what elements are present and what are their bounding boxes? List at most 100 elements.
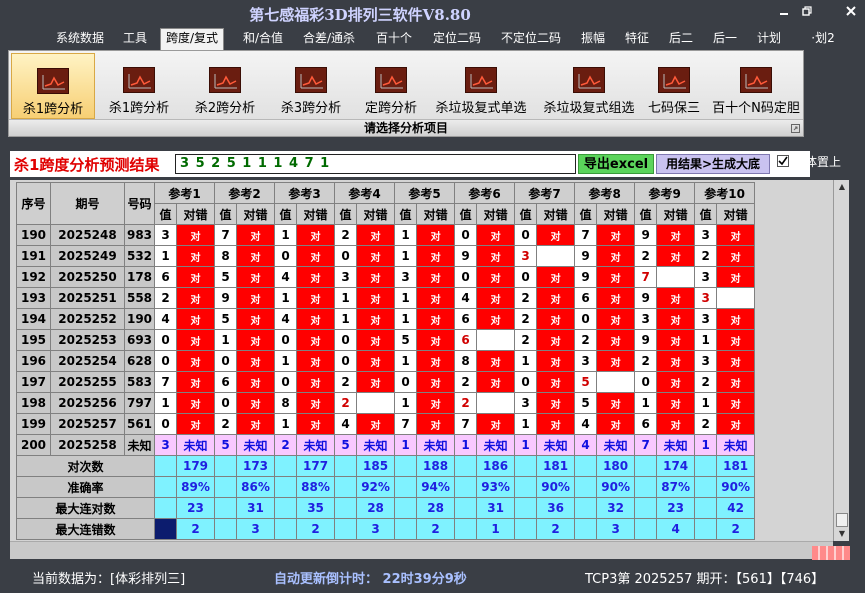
row-seq: 197	[16, 371, 51, 393]
stats-value: 173	[236, 455, 276, 477]
menu-item-4[interactable]: 合差/通杀	[296, 29, 362, 49]
ref-result: 对	[236, 245, 276, 267]
ref-value: 2	[214, 413, 238, 435]
ribbon-button-0[interactable]: 杀1跨分析	[11, 53, 95, 119]
menu-item-6[interactable]: 定位二码	[426, 29, 488, 49]
stats-value: 3	[596, 518, 636, 540]
ribbon-button-1[interactable]: 杀1跨分析	[101, 53, 177, 119]
ref-value: 9	[634, 329, 658, 351]
menu-item-1[interactable]: 工具	[116, 29, 154, 49]
ribbon-button-5[interactable]: 杀垃圾复式单选	[429, 53, 533, 119]
ref-result: 对	[656, 224, 696, 246]
stats-value: 31	[476, 497, 516, 519]
stats-value: 181	[716, 455, 756, 477]
result-value-field[interactable]: 3 5 2 5 1 1 1 4 7 1	[175, 154, 576, 174]
expand-icon[interactable]	[791, 124, 800, 133]
ref-result: 对	[296, 392, 336, 414]
ref-result: 对	[416, 287, 456, 309]
row-seq: 200	[16, 434, 51, 456]
analysis-table: 序号 期号 号码 参考1 参考2 参考3 参考4 参考5 参考6 参考7 参考8 参考9 参考10 值对错…	[16, 182, 756, 540]
close-button[interactable]	[841, 4, 861, 20]
ref-value: 1	[514, 350, 538, 372]
stats-value: 90%	[536, 476, 576, 498]
ref-result: 对	[175, 413, 216, 435]
table-row[interactable]: 192 2025250 178 6 对 5 对 4 对 3 对 3 对 0 对 0 对 9 对 7 3 对	[16, 266, 756, 288]
menu-item-0[interactable]: 系统数据	[50, 29, 110, 49]
menu-item-10[interactable]: 后二	[664, 29, 698, 49]
menu-item-9[interactable]: 特征	[618, 29, 656, 49]
ribbon-button-4[interactable]: 定跨分析	[357, 53, 425, 119]
chart-icon	[658, 67, 690, 93]
minimize-button[interactable]	[774, 4, 794, 20]
scroll-up-icon[interactable]: ▲	[834, 180, 850, 194]
scroll-down-icon[interactable]: ▼	[834, 527, 850, 541]
ref-value: 0	[274, 329, 298, 351]
menu-item-3[interactable]: 和/合值	[236, 29, 290, 49]
ref-value: 1	[334, 287, 358, 309]
ref-value: 1	[634, 392, 658, 414]
result-header: 对错	[356, 203, 396, 225]
result-header: 对错	[716, 203, 756, 225]
menu-item-13[interactable]: ·划2	[806, 29, 840, 49]
scroll-thumb[interactable]	[836, 513, 848, 527]
table-row[interactable]: 195 2025253 693 0 对 1 对 0 对 0 对 5 对 6 2 对 2 对 9 对 1 对	[16, 329, 756, 351]
table-row[interactable]: 191 2025249 532 1 对 8 对 0 对 0 对 1 对 9 对 3 9 对 2 对 2 对	[16, 245, 756, 267]
forecast-row[interactable]: 200 2025258 未知 3 未知 5 未知 2 未知 5 未知 1 未知 1 未知 1 未知 4 未知 7 未知 1…	[16, 434, 756, 456]
ref-value: 5	[574, 392, 598, 414]
restore-button[interactable]	[797, 4, 817, 20]
ref-result: 对	[175, 371, 216, 393]
code-header: 号码	[124, 182, 155, 225]
value-header: 值	[634, 203, 658, 225]
ref-value: 7	[214, 224, 238, 246]
table-row[interactable]: 193 2025251 558 2 对 9 对 1 对 1 对 1 对 4 对 2 对 6 对 9 对 3	[16, 287, 756, 309]
ref-result: 对	[236, 224, 276, 246]
menu-item-7[interactable]: 不定位二码	[496, 29, 566, 49]
vertical-scrollbar[interactable]: ▲ ▼	[833, 180, 849, 541]
menu-item-5[interactable]: 百十个	[370, 29, 418, 49]
ref-result: 对	[536, 287, 576, 309]
export-excel-button[interactable]: 导出excel	[578, 154, 654, 174]
table-row[interactable]: 197 2025255 583 7 对 6 对 0 对 2 对 0 对 2 对 0 对 5 0 对 2 对	[16, 371, 756, 393]
ribbon-button-2[interactable]: 杀2跨分析	[185, 53, 265, 119]
horizontal-scrollbar[interactable]	[10, 541, 833, 559]
table-row[interactable]: 194 2025252 190 4 对 5 对 4 对 1 对 1 对 6 对 2 对 0 对 3 对 3 对	[16, 308, 756, 330]
row-code: 693	[124, 329, 155, 351]
ribbon-button-6[interactable]: 杀垃圾复式组选	[537, 53, 641, 119]
ref-result: 对	[536, 266, 576, 288]
generate-base-button[interactable]: 用结果>生成大底	[656, 154, 770, 174]
ribbon-button-7[interactable]: 七码保三	[643, 53, 705, 119]
table-row[interactable]: 190 2025248 983 3 对 7 对 1 对 2 对 1 对 0 对 0 对 7 对 9 对 3 对	[16, 224, 756, 246]
table-row[interactable]: 198 2025256 797 1 对 0 对 8 对 2 1 对 2 3 对 5 对 1 对 1 对	[16, 392, 756, 414]
menu-item-8[interactable]: 振幅	[574, 29, 612, 49]
ref-value: 7	[574, 224, 598, 246]
menu-item-2[interactable]: 跨度/复式	[160, 28, 224, 50]
ref-result: 对	[356, 371, 396, 393]
menu-item-12[interactable]: 计划	[752, 29, 786, 49]
table-row[interactable]: 199 2025257 561 0 对 2 对 1 对 4 对 7 对 7 对 1 对 4 对 6 对 2 对	[16, 413, 756, 435]
row-seq: 191	[16, 245, 51, 267]
ref-result: 对	[656, 392, 696, 414]
ref-header: 参考10	[694, 182, 756, 204]
row-seq: 198	[16, 392, 51, 414]
ref-value: 3	[574, 350, 598, 372]
ref-result	[716, 287, 756, 309]
ref-value: 0	[514, 371, 538, 393]
stats-value: 188	[416, 455, 456, 477]
ribbon-button-3[interactable]: 杀3跨分析	[271, 53, 351, 119]
ref-result	[356, 392, 396, 414]
stats-pad	[694, 497, 718, 519]
ref-result: 对	[536, 308, 576, 330]
stay-on-top-checkbox[interactable]	[777, 155, 789, 167]
row-period: 2025253	[50, 329, 125, 351]
ribbon-button-8[interactable]: 百十个N码定胆	[707, 53, 805, 119]
table-row[interactable]: 196 2025254 628 0 对 0 对 1 对 0 对 1 对 8 对 1 对 3 对 2 对 3 对	[16, 350, 756, 372]
row-seq: 190	[16, 224, 51, 246]
stats-pad	[694, 476, 718, 498]
forecast-value: 1	[694, 434, 718, 456]
row-period: 2025250	[50, 266, 125, 288]
status-last-draw: TCP3第 2025257 期开：【561】【746】	[585, 572, 825, 587]
stats-row: 对次数 179 173 177 185 188 186 181 180 174 181	[16, 455, 756, 477]
ref-value: 7	[394, 413, 418, 435]
chart-icon	[573, 67, 605, 93]
menu-item-11[interactable]: 后一	[706, 29, 744, 49]
